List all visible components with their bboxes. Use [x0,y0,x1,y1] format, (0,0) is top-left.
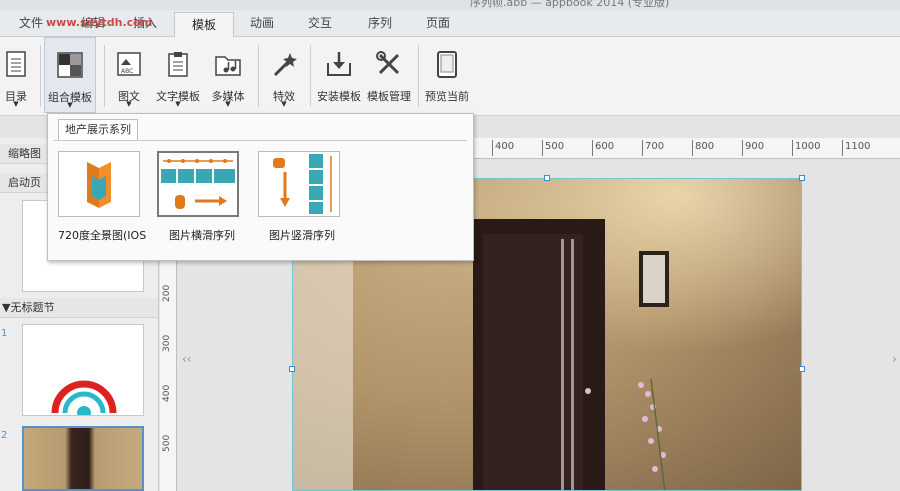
tab-sequence[interactable]: 序列 [362,10,398,36]
ribbon-tabs: 文件 编辑 插入 模板 动画 交互 序列 页面 www.sdytdh.com [0,10,900,37]
ruler-tick: 200 [162,284,172,302]
svg-text:ABC: ABC [121,68,133,75]
toc-button[interactable]: 目录 ▼ [2,37,30,113]
watermark-text: www.sdytdh.com [46,16,153,29]
multimedia-button[interactable]: 多媒体 ▼ [208,37,248,113]
resize-handle[interactable] [289,366,295,372]
page-number: 1 [1,328,8,339]
collapse-left-icon[interactable]: ‹‹ [182,352,192,366]
template-label: 图片竖滑序列 [269,229,335,242]
image-text-icon: ABC [117,52,141,76]
category-tab[interactable]: 地产展示系列 [58,119,138,140]
combo-template-dropdown: 地产展示系列 720度全景图(IOS 图片横滑序列 图片竖滑序列 [47,113,474,261]
tab-interaction[interactable]: 交互 [302,10,338,36]
panorama-icon [87,162,111,208]
music-folder-icon [215,56,241,76]
window-title: 序列帧.abb — appbook 2014 (专业版) [470,0,670,9]
tab-file[interactable]: 文件 [14,10,48,36]
vertical-ruler: 200 300 400 500 [160,260,177,491]
dropdown-arrow-icon: ▼ [281,100,287,108]
ruler-tick: 400 [162,384,172,402]
horizontal-ruler: 400 500 600 700 800 900 1000 1100 [462,138,900,159]
vertical-slide-icon [273,154,332,214]
ruler-tick: 1000 [792,140,820,156]
page-number: 2 [1,430,8,441]
text-template-button[interactable]: 文字模板 ▼ [154,37,202,113]
gauge-graphic [51,380,117,415]
resize-handle[interactable] [799,366,805,372]
tools-icon [376,51,400,75]
clipboard-icon [168,52,188,77]
dropdown-arrow-icon: ▼ [126,100,132,108]
layout-grid-icon [57,52,83,78]
ruler-tick: 500 [542,140,564,156]
ruler-tick: 800 [692,140,714,156]
ruler-tick: 400 [492,140,514,156]
dropdown-arrow-icon: ▼ [67,101,73,109]
ruler-tick: 1100 [842,140,870,156]
separator [418,45,419,107]
install-icon [327,52,351,76]
ribbon-toolbar: 目录 ▼ 组合模板 ▼ ABC 图文 ▼ 文字模板 ▼ 多媒体 ▼ 特效 ▼ 安… [0,37,900,116]
ruler-tick: 600 [592,140,614,156]
resize-handle[interactable] [799,175,805,181]
preview-current-label: 预览当前 [425,90,469,103]
template-manage-button[interactable]: 模板管理 [366,37,412,113]
template-label: 图片横滑序列 [169,229,235,242]
tab-animation[interactable]: 动画 [244,10,280,36]
template-manage-label: 模板管理 [367,90,411,103]
template-label: 720度全景图(IOS [58,229,147,242]
combo-template-button[interactable]: 组合模板 ▼ [44,37,96,113]
tablet-icon [437,51,457,78]
install-template-label: 安装模板 [317,90,361,103]
magic-wand-icon [273,53,297,77]
effects-button[interactable]: 特效 ▼ [266,37,302,113]
template-item-vertical-slide[interactable] [258,151,340,217]
ruler-tick: 700 [642,140,664,156]
tab-template[interactable]: 模板 [174,12,234,37]
template-item-panorama[interactable] [58,151,140,217]
horizontal-slide-icon [161,159,235,209]
template-item-horizontal-slide[interactable] [157,151,239,217]
separator [258,45,259,107]
page-thumbnail-2[interactable] [22,426,144,491]
collapse-right-icon[interactable]: › [892,352,897,366]
image-text-button[interactable]: ABC 图文 ▼ [112,37,146,113]
document-icon [6,51,26,77]
page-thumbnail-1[interactable] [22,324,144,416]
separator [104,45,105,107]
title-bar: 序列帧.abb — appbook 2014 (专业版) [0,0,900,10]
ruler-tick: 500 [162,434,172,452]
ruler-tick: 900 [742,140,764,156]
dropdown-arrow-icon: ▼ [225,100,231,108]
install-template-button[interactable]: 安装模板 [316,37,362,113]
resize-handle[interactable] [544,175,550,181]
separator [310,45,311,107]
dropdown-arrow-icon: ▼ [175,100,181,108]
tab-page[interactable]: 页面 [420,10,456,36]
divider [54,140,467,141]
preview-current-button[interactable]: 预览当前 [424,37,470,113]
section-header[interactable]: ▼无标题节 [0,298,158,318]
ruler-tick: 300 [162,334,172,352]
dropdown-arrow-icon: ▼ [13,100,19,108]
separator [40,45,41,107]
